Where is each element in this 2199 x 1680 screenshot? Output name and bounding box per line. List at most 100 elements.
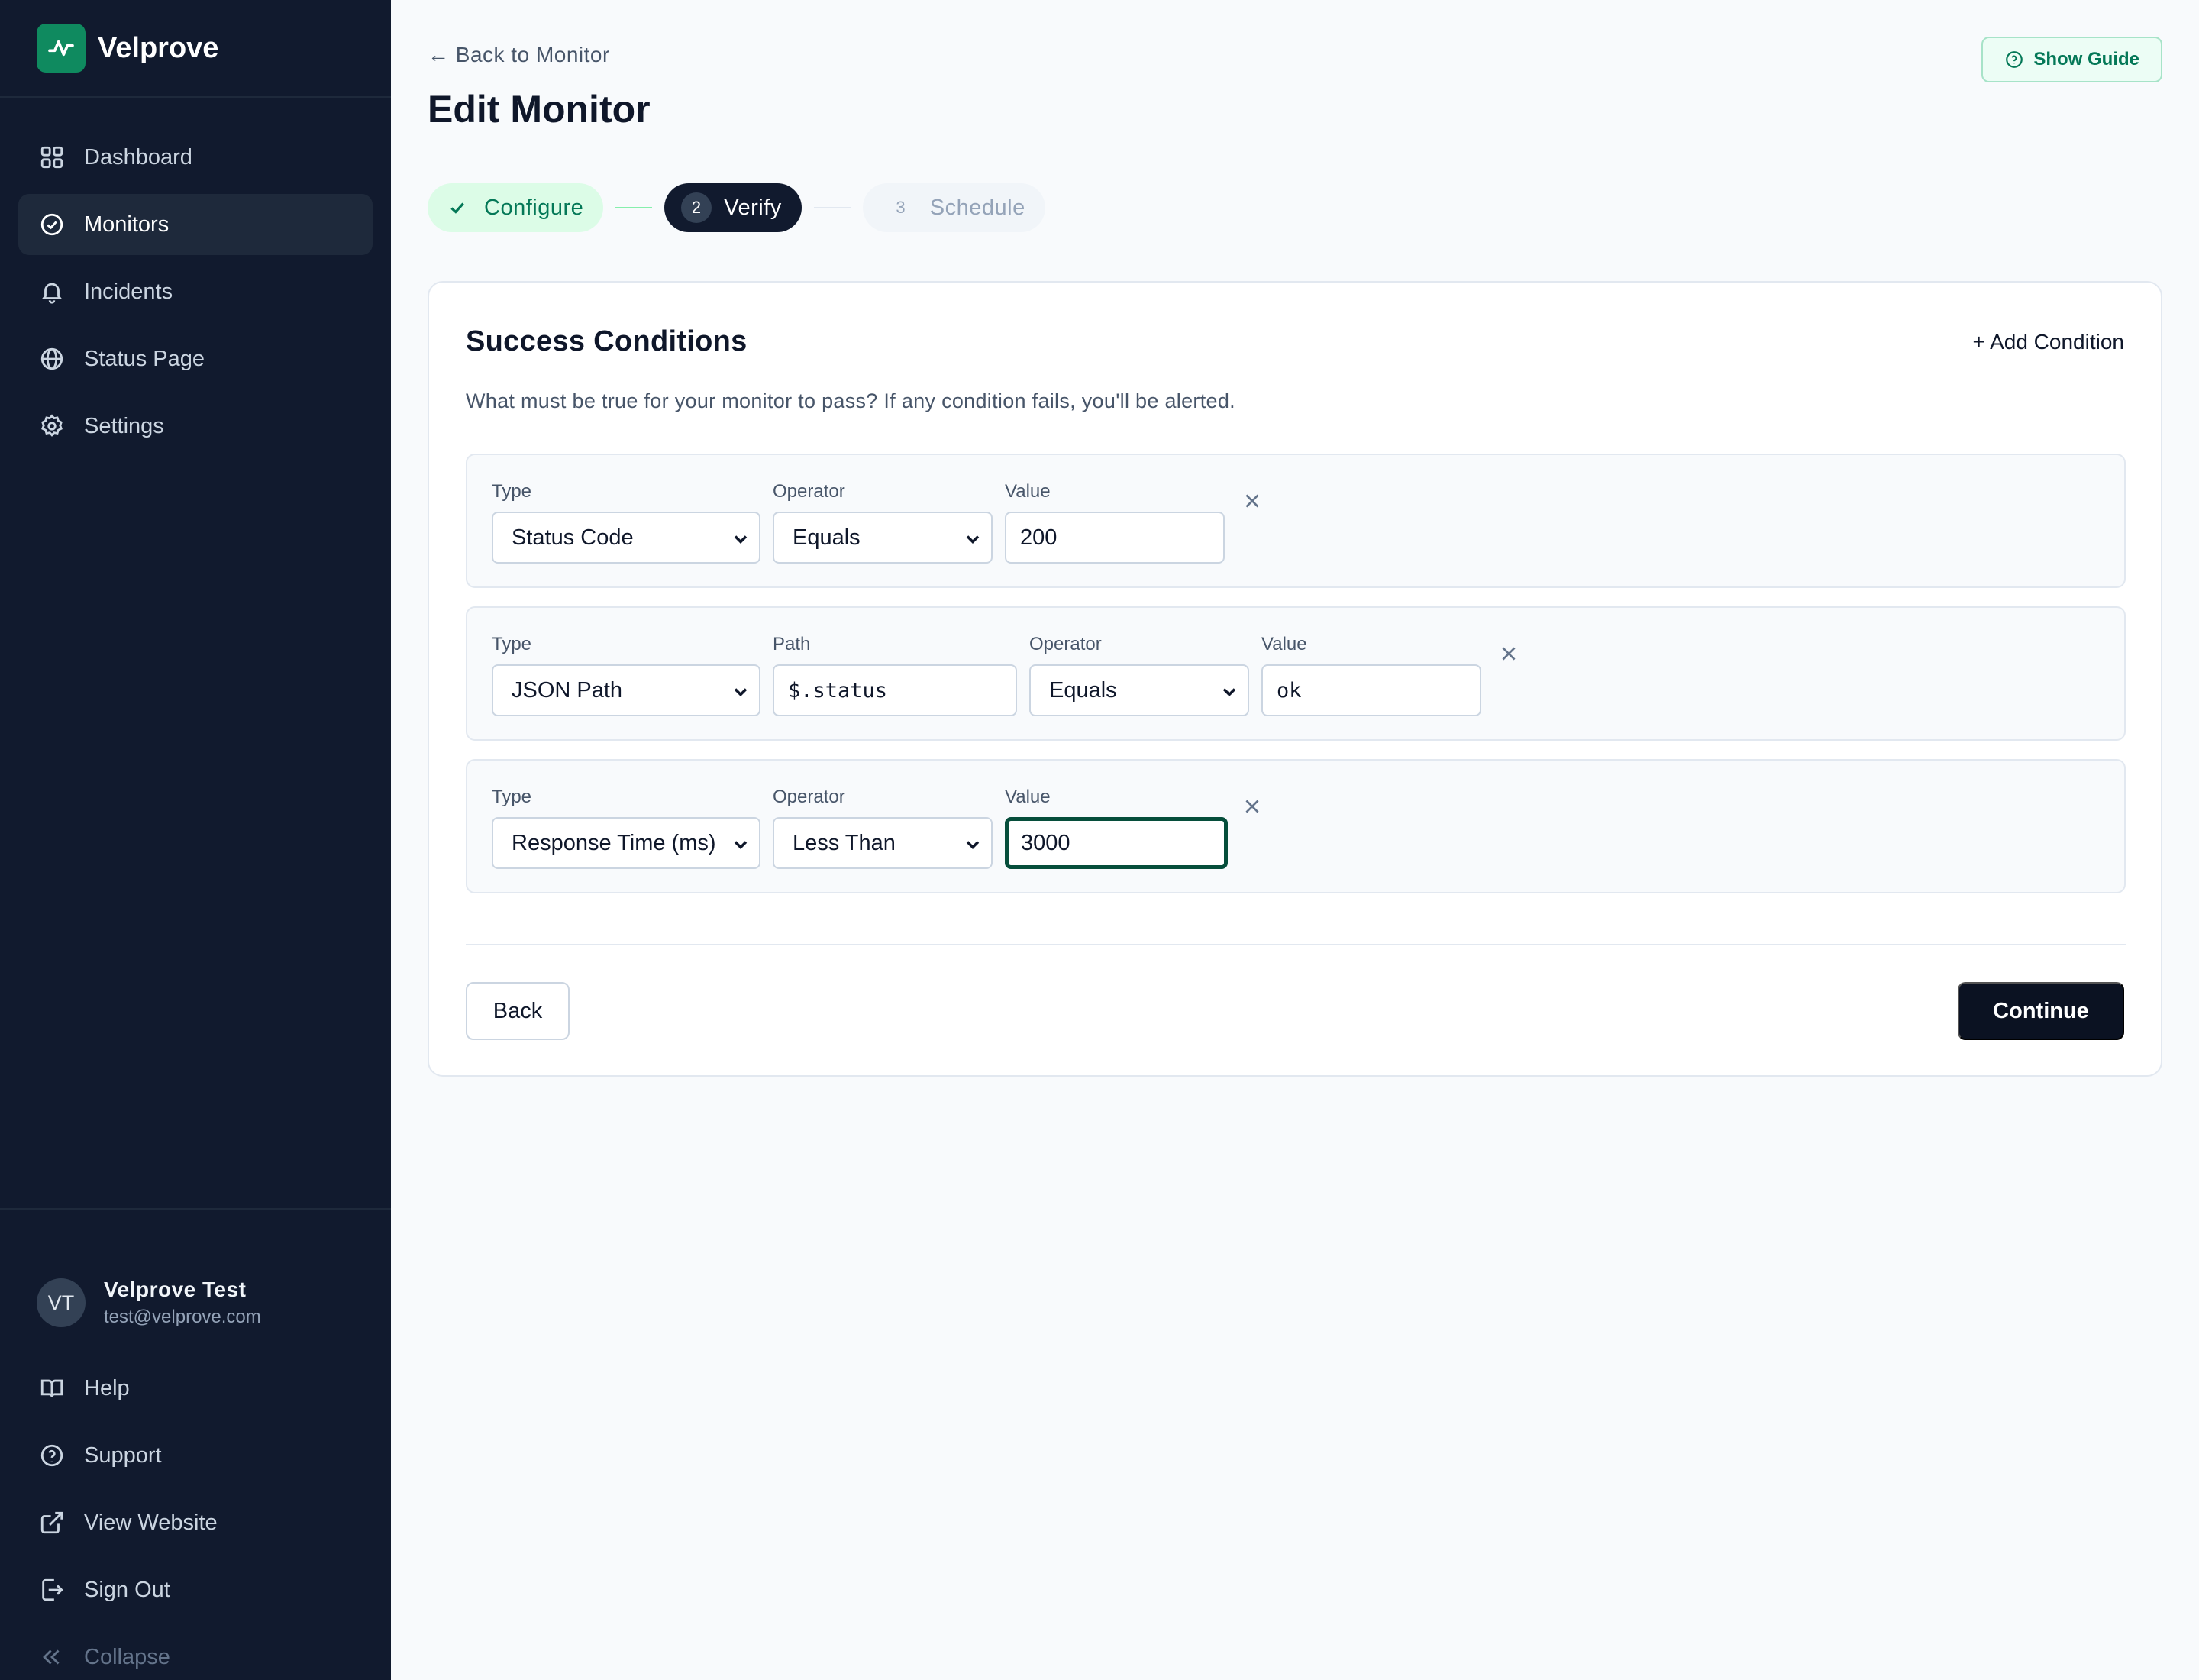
sidebar-item-label: Collapse [84,1644,170,1669]
path-input[interactable]: $.status [773,664,1017,716]
chevrons-left-icon [38,1643,66,1671]
field-label: Value [1261,634,1307,654]
field-label: Type [492,787,532,807]
sidebar-item-help[interactable]: Help [18,1355,373,1422]
field-label: Type [492,634,532,654]
close-icon [1245,494,1259,508]
operator-field: Operator Equals [773,481,993,564]
operator-field: Operator Less Than [773,787,993,869]
sidebar-item-support[interactable]: Support [18,1422,373,1489]
operator-select[interactable]: Equals [773,512,993,564]
value-input[interactable]: 200 [1005,512,1225,564]
sidebar: Velprove Dashboard Monitors Incidents St… [0,0,391,1680]
type-select[interactable]: Response Time (ms) [492,817,760,869]
sidebar-item-label: Monitors [84,212,170,237]
card-title: Success Conditions [466,325,748,357]
operator-select[interactable]: Less Than [773,817,993,869]
external-link-icon [38,1509,66,1536]
gear-icon [38,412,66,440]
back-to-monitor-link[interactable]: ← Back to Monitor [428,43,610,67]
step-number: 2 [681,192,712,223]
select-value: Response Time (ms) [512,830,716,855]
user-text: Velprove Test test@velprove.com [104,1278,261,1328]
remove-condition-button[interactable] [1497,641,1521,666]
sidebar-item-label: Settings [84,413,164,438]
step-label: Schedule [929,195,1025,220]
field-label: Value [1005,787,1051,807]
show-guide-label: Show Guide [2033,49,2139,69]
field-label: Path [773,634,811,654]
avatar: VT [37,1278,86,1327]
divider [466,944,2126,945]
sidebar-item-label: Support [84,1443,162,1468]
sidebar-item-monitors[interactable]: Monitors [18,194,373,255]
step-schedule: 3 Schedule [862,183,1045,232]
sidebar-item-incidents[interactable]: Incidents [18,261,373,322]
add-condition-button[interactable]: + Add Condition [1973,330,2125,354]
sidebar-item-sign-out[interactable]: Sign Out [18,1556,373,1623]
help-circle-icon [38,1442,66,1469]
stepper: Configure 2 Verify 3 Schedule [428,183,1045,232]
field-label: Operator [773,481,845,502]
help-circle-icon [2006,51,2023,68]
select-value: JSON Path [512,677,623,703]
step-label: Verify [724,195,782,220]
sidebar-item-view-website[interactable]: View Website [18,1489,373,1556]
sign-out-icon [38,1576,66,1604]
sidebar-item-label: Dashboard [84,144,192,170]
sidebar-item-status-page[interactable]: Status Page [18,328,373,389]
field-label: Operator [773,787,845,807]
field-label: Value [1005,481,1051,502]
step-label: Configure [484,195,584,220]
select-value: Equals [793,525,861,550]
chevron-down-icon [1222,688,1236,696]
value-input[interactable]: 3000 [1005,817,1228,869]
logo-pulse-icon [37,24,86,73]
card-description: What must be true for your monitor to pa… [466,389,1235,412]
field-label: Type [492,481,532,502]
sidebar-item-dashboard[interactable]: Dashboard [18,127,373,188]
step-configure[interactable]: Configure [428,183,604,232]
user-profile[interactable]: VT Velprove Test test@velprove.com [0,1210,391,1355]
chevron-down-icon [734,688,748,696]
close-icon [1502,647,1516,661]
step-verify[interactable]: 2 Verify [664,183,802,232]
operator-select[interactable]: Equals [1029,664,1249,716]
sidebar-bottom-links: Help Support View Website Sign Out Colla… [0,1355,391,1680]
chevron-down-icon [966,841,980,849]
continue-button[interactable]: Continue [1958,982,2124,1040]
select-value: Less Than [793,830,896,855]
select-value: Equals [1049,677,1117,703]
sidebar-item-label: Incidents [84,279,173,304]
operator-field: Operator Equals [1029,634,1249,716]
value-input[interactable]: ok [1261,664,1481,716]
select-value: Status Code [512,525,634,550]
page-title: Edit Monitor [428,88,651,131]
value-field: Value ok [1261,634,1481,716]
sidebar-item-settings[interactable]: Settings [18,396,373,457]
step-number: 3 [896,198,906,217]
remove-condition-button[interactable] [1240,489,1264,513]
show-guide-button[interactable]: Show Guide [1981,37,2162,82]
sidebar-nav: Dashboard Monitors Incidents Status Page… [0,98,391,457]
user-email: test@velprove.com [104,1307,261,1327]
chevron-down-icon [734,841,748,849]
field-label: Operator [1029,634,1102,654]
user-name: Velprove Test [104,1278,247,1301]
book-icon [38,1375,66,1402]
back-button[interactable]: Back [466,982,570,1040]
globe-icon [38,345,66,373]
sidebar-footer: VT Velprove Test test@velprove.com Help … [0,1208,391,1680]
value-field: Value 200 [1005,481,1225,564]
type-select[interactable]: Status Code [492,512,760,564]
sidebar-item-label: View Website [84,1510,218,1535]
remove-condition-button[interactable] [1240,794,1264,819]
type-select[interactable]: JSON Path [492,664,760,716]
brand-name: Velprove [98,31,219,64]
bell-icon [38,278,66,305]
sidebar-item-collapse[interactable]: Collapse [18,1623,373,1680]
step-connector [615,207,653,208]
brand[interactable]: Velprove [0,0,391,98]
step-connector [813,207,851,208]
check-icon [450,202,464,214]
